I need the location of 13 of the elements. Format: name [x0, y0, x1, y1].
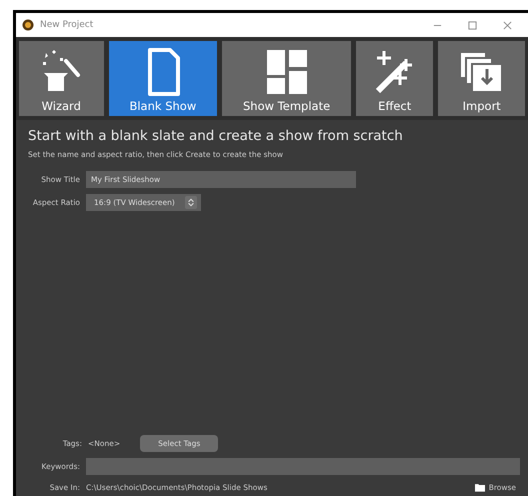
keywords-field[interactable] [86, 458, 520, 475]
maximize-icon[interactable] [468, 20, 477, 30]
heading: Start with a blank slate and create a show from scratch [28, 128, 404, 144]
window-title: New Project [40, 20, 94, 30]
tab[interactable]: Import [438, 41, 525, 116]
app-logo-icon [22, 19, 34, 31]
spinner-arrows-icon [184, 196, 197, 209]
tab[interactable]: Show Template [222, 41, 351, 116]
close-icon[interactable] [503, 20, 512, 30]
folder-icon [474, 483, 485, 492]
tab[interactable]: Effect [356, 41, 434, 116]
tab[interactable]: Blank Show [108, 41, 218, 116]
tab[interactable]: Wizard [19, 41, 104, 116]
